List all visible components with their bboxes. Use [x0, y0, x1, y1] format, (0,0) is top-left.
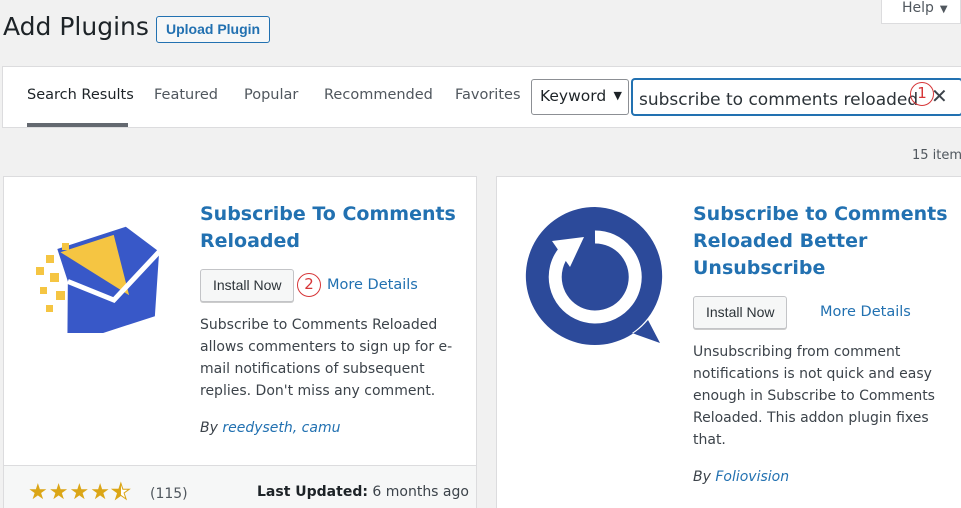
page-title: Add Plugins: [3, 12, 149, 41]
install-now-button[interactable]: Install Now: [693, 296, 788, 329]
plugin-description: Unsubscribing from comment notifications…: [693, 341, 935, 451]
tab-search-results[interactable]: Search Results: [27, 87, 134, 103]
plugin-card: Subscribe to Comments Reloaded Better Un…: [496, 176, 961, 508]
description-line: replies. Don't miss any comment.: [200, 383, 436, 399]
author-link[interactable]: Foliovision: [715, 469, 789, 485]
more-details-link[interactable]: More Details: [820, 304, 911, 320]
star-rating: ★★★★★★: [28, 480, 132, 506]
plugin-description: Subscribe to Comments Reloaded allows co…: [200, 314, 452, 402]
description-line: Reloaded. This addon plugin fixes: [693, 410, 929, 426]
envelope-icon: [32, 209, 166, 345]
plugin-title-link[interactable]: Subscribe to Comments Reloaded Better Un…: [693, 201, 948, 282]
description-line: mail notifications of subsequent: [200, 361, 425, 377]
star-icon: ★: [28, 480, 49, 505]
author-link[interactable]: reedyseth, camu: [222, 420, 340, 436]
plugin-filter-bar: Search Results Featured Popular Recommen…: [2, 66, 961, 128]
tab-favorites[interactable]: Favorites: [455, 87, 521, 103]
author-prefix: By: [200, 420, 218, 436]
search-type-select[interactable]: Keyword ▼: [531, 79, 629, 115]
plugin-title-link[interactable]: Subscribe To Comments Reloaded: [200, 201, 456, 255]
author-prefix: By: [693, 469, 711, 485]
star-icon: ★: [69, 480, 91, 505]
help-tab[interactable]: Help ▼: [881, 0, 961, 24]
help-label: Help: [902, 0, 934, 16]
description-line: Subscribe to Comments Reloaded: [200, 317, 438, 333]
step-marker-2: 2: [297, 273, 321, 297]
plugin-title-line: Unsubscribe: [693, 257, 826, 279]
plugin-author: By reedyseth, camu: [200, 420, 340, 436]
star-icon: ★: [48, 480, 70, 505]
description-line: allows commenters to sign up for e-: [200, 339, 453, 355]
plugin-author: By Foliovision: [693, 469, 789, 485]
active-tab-indicator: [27, 123, 128, 127]
refresh-bubble-icon: [524, 205, 666, 347]
last-updated-label: Last Updated:: [257, 484, 368, 500]
chevron-down-icon: ▼: [939, 4, 948, 15]
plugin-card-footer: ★★★★★★ (115) Last Updated: 6 months ago: [4, 465, 476, 508]
install-now-button[interactable]: Install Now: [200, 269, 295, 302]
plugin-title-line: Subscribe to Comments: [693, 203, 948, 225]
chevron-down-icon: ▼: [613, 89, 622, 102]
rating-count: (115): [150, 486, 188, 502]
more-details-link[interactable]: More Details: [327, 277, 418, 293]
plugin-title-line: Subscribe To Comments: [200, 203, 456, 225]
plugin-title-line: Reloaded: [200, 230, 300, 252]
step-marker-1: 1: [910, 82, 934, 106]
plugin-title-line: Reloaded Better: [693, 230, 868, 252]
items-count: 15 item: [912, 148, 961, 163]
tab-featured[interactable]: Featured: [154, 87, 218, 103]
tab-popular[interactable]: Popular: [244, 87, 298, 103]
last-updated: Last Updated: 6 months ago: [257, 484, 469, 500]
description-line: that.: [693, 432, 726, 448]
description-line: notifications is not quick and easy: [693, 366, 932, 382]
upload-plugin-button[interactable]: Upload Plugin: [156, 16, 271, 43]
description-line: Unsubscribing from comment: [693, 344, 901, 360]
plugin-card: Subscribe To Comments Reloaded Install N…: [3, 176, 477, 508]
star-icon: ★: [90, 480, 111, 505]
star-half-icon: ★★: [110, 480, 132, 506]
search-type-value: Keyword: [540, 87, 607, 105]
description-line: enough in Subscribe to Comments: [693, 388, 935, 404]
last-updated-value: 6 months ago: [372, 484, 469, 500]
tab-recommended[interactable]: Recommended: [324, 87, 433, 103]
